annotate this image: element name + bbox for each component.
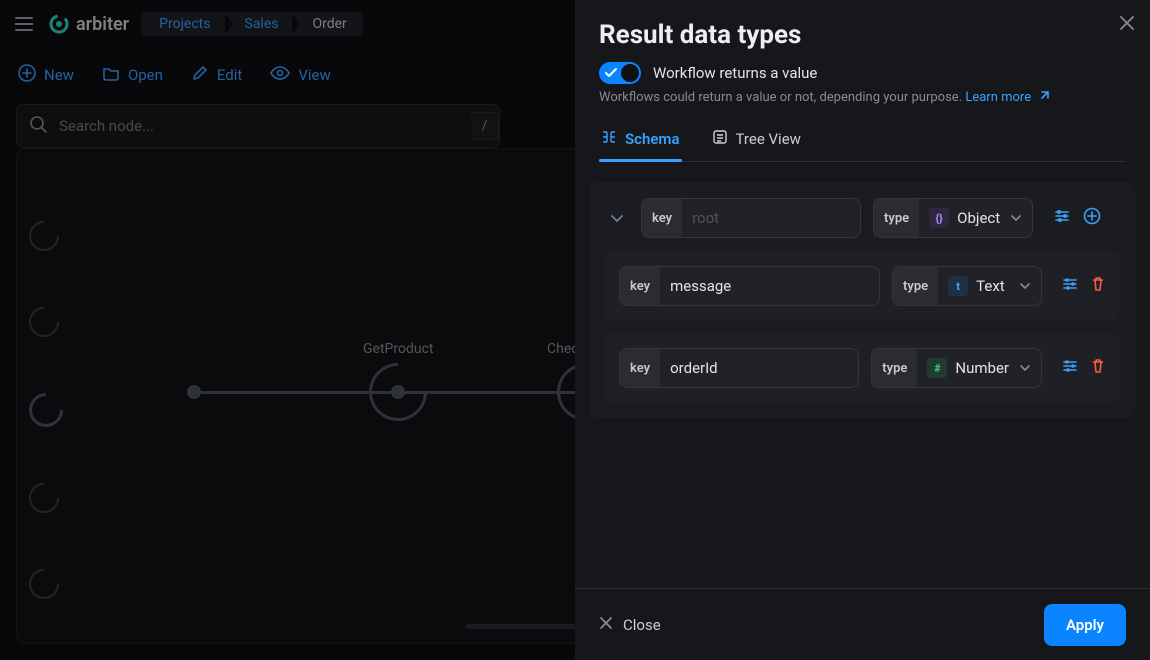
key-field[interactable]: key [619, 266, 880, 306]
chevron-down-icon [1009, 359, 1041, 378]
learn-more-label: Learn more [965, 90, 1031, 105]
key-label: key [642, 199, 682, 237]
type-label: type [872, 349, 917, 387]
close-x-icon [599, 616, 613, 634]
type-value: Text [976, 277, 1009, 295]
object-type-badge: {} [929, 208, 949, 228]
learn-more-link[interactable]: Learn more [965, 90, 1050, 105]
toggle-label: Workflow returns a value [653, 64, 817, 82]
text-type-badge: t [948, 276, 968, 296]
close-button[interactable]: Close [599, 616, 661, 634]
panel-title: Result data types [599, 20, 1126, 50]
key-input[interactable] [660, 359, 859, 377]
check-icon [604, 65, 620, 81]
type-label: type [874, 199, 919, 237]
key-field[interactable]: key [619, 348, 859, 388]
collapse-icon[interactable] [605, 210, 629, 226]
return-value-toggle[interactable] [599, 62, 641, 84]
add-property-icon[interactable] [1083, 207, 1101, 229]
type-select[interactable]: type # Number [871, 348, 1042, 388]
type-label: type [893, 267, 938, 305]
schema-editor: key type {} Object key [575, 162, 1150, 588]
settings-icon[interactable] [1062, 276, 1078, 296]
chevron-down-icon [1009, 277, 1041, 296]
close-label: Close [623, 616, 661, 634]
toggle-knob [621, 64, 639, 82]
panel-subtext: Workflows could return a value or not, d… [599, 90, 1126, 105]
tab-tree[interactable]: Tree View [710, 119, 803, 161]
root-type-value: Object [957, 209, 1000, 227]
result-types-panel: Result data types Workflow returns a val… [575, 0, 1150, 660]
root-type-select[interactable]: type {} Object [873, 198, 1033, 238]
root-key-field[interactable]: key [641, 198, 861, 238]
root-key-input[interactable] [682, 209, 861, 227]
delete-icon[interactable] [1090, 276, 1106, 296]
chevron-down-icon [1000, 209, 1032, 228]
key-label: key [620, 349, 660, 387]
key-label: key [620, 267, 660, 305]
external-link-icon [1034, 90, 1050, 105]
schema-row-root: key type {} Object [605, 198, 1120, 238]
tab-tree-label: Tree View [736, 130, 801, 148]
panel-tabs: Schema Tree View [599, 119, 1126, 162]
type-value: Number [955, 359, 1009, 377]
settings-icon[interactable] [1062, 358, 1078, 378]
tab-schema-label: Schema [625, 130, 680, 148]
schema-icon [601, 129, 617, 149]
tab-schema[interactable]: Schema [599, 119, 682, 161]
tree-icon [712, 129, 728, 149]
panel-footer: Close Apply [575, 588, 1150, 660]
schema-row: key type # Number [605, 334, 1120, 402]
subtext-body: Workflows could return a value or not, d… [599, 90, 965, 105]
number-type-badge: # [927, 358, 947, 378]
settings-icon[interactable] [1053, 207, 1071, 229]
close-icon[interactable] [1118, 14, 1136, 36]
apply-button[interactable]: Apply [1044, 604, 1126, 646]
schema-root-card: key type {} Object key [589, 182, 1136, 418]
delete-icon[interactable] [1090, 358, 1106, 378]
type-select[interactable]: type t Text [892, 266, 1042, 306]
schema-row: key type t Text [605, 252, 1120, 320]
key-input[interactable] [660, 277, 879, 295]
